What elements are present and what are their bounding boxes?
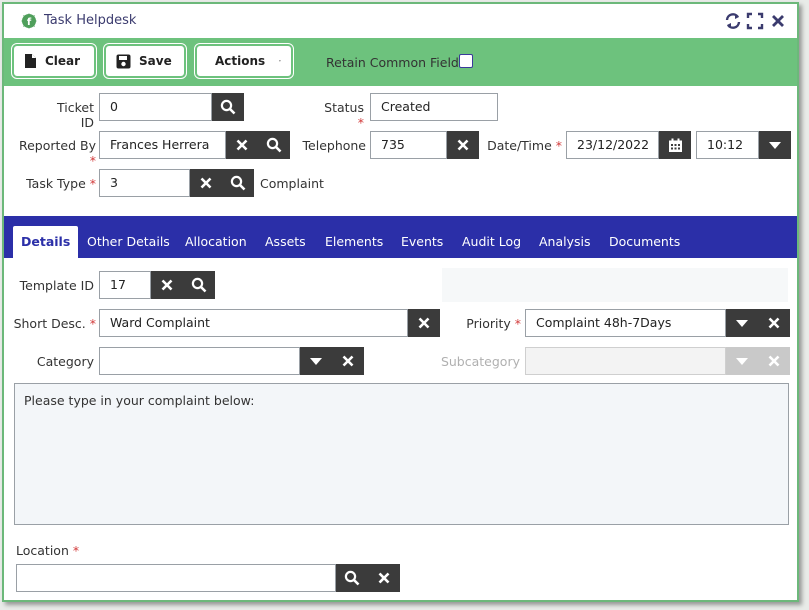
clear-x-icon [236,139,248,151]
task-type-description: Complaint [260,176,324,191]
reported-by-label: Reported By * [18,138,96,168]
clear-x-icon [768,317,780,329]
tab-elements[interactable]: Elements [325,234,383,249]
clear-x-icon [342,355,354,367]
location-clear-button[interactable] [368,564,400,592]
title-bar: f Task Helpdesk [4,4,797,38]
clear-x-icon [161,279,173,291]
calendar-icon [668,138,682,152]
telephone-label: Telephone [302,138,366,153]
toolbar: Clear Save Actions Retain Common Fields [4,38,797,86]
clear-x-icon [418,317,430,329]
clear-x-icon [768,355,780,367]
tab-audit-log[interactable]: Audit Log [462,234,521,249]
category-label: Category [36,354,94,369]
time-dropdown-button[interactable] [759,131,791,159]
date-picker-button[interactable] [659,131,691,159]
tab-documents[interactable]: Documents [609,234,680,249]
status-label: Status * [324,100,364,130]
priority-select[interactable]: Complaint 48h-7Days [525,309,726,337]
reported-by-clear-button[interactable] [226,131,258,159]
priority-dropdown-button[interactable] [726,309,758,337]
window-title: Task Helpdesk [44,13,137,28]
ticket-id-search-button[interactable] [212,93,244,121]
telephone-input[interactable]: 735 [370,131,447,159]
location-label: Location * [16,543,80,558]
subcategory-dropdown-button [726,347,758,375]
tab-bar: Details Other Details Allocation Assets … [4,216,797,258]
subcategory-label: Subcategory [440,354,520,369]
date-input[interactable]: 23/12/2022 [566,131,659,159]
save-button[interactable]: Save [103,43,187,79]
task-type-clear-button[interactable] [190,169,222,197]
reported-by-search-button[interactable] [258,131,290,159]
priority-clear-button[interactable] [758,309,790,337]
location-input[interactable] [16,564,336,592]
svg-text:f: f [27,17,32,28]
short-desc-input[interactable]: Ward Complaint [99,309,408,337]
ticket-id-input[interactable]: 0 [99,93,212,121]
short-desc-clear-button[interactable] [408,309,440,337]
retain-common-fields-checkbox[interactable] [459,54,473,68]
caret-down-icon [310,357,322,365]
location-search-button[interactable] [336,564,368,592]
search-icon [220,99,236,115]
clear-x-icon [378,572,390,584]
priority-label: Priority * [466,316,521,331]
subcategory-clear-button [758,347,790,375]
search-icon [230,175,246,191]
detail-panel-shade [442,268,788,302]
save-disk-icon [116,54,131,68]
search-icon [344,570,360,586]
category-dropdown-button[interactable] [300,347,332,375]
telephone-clear-button[interactable] [447,131,479,159]
category-clear-button[interactable] [332,347,364,375]
clear-x-icon [200,177,212,189]
save-label: Save [139,54,172,68]
subcategory-select [525,347,726,375]
clear-button[interactable]: Clear [11,43,97,79]
task-helpdesk-window: f Task Helpdesk Clear Save Actions Retai… [2,2,799,602]
document-icon [25,54,36,68]
caret-down-icon [736,357,748,365]
search-icon [191,277,207,293]
caret-down-icon [279,60,281,62]
clear-label: Clear [45,54,81,68]
tab-analysis[interactable]: Analysis [539,234,591,249]
template-id-search-button[interactable] [183,271,215,299]
short-desc-label: Short Desc. * [13,316,96,331]
app-logo-icon: f [21,13,37,29]
actions-label: Actions [215,54,266,68]
tab-details[interactable]: Details [13,226,79,258]
status-field: Created [370,93,498,121]
category-select[interactable] [99,347,300,375]
time-select[interactable]: 10:12 [696,131,759,159]
task-type-input[interactable]: 3 [99,169,190,197]
task-type-label: Task Type * [26,176,96,191]
complaint-textarea[interactable]: Please type in your complaint below: [14,383,789,525]
datetime-label: Date/Time * [487,138,562,153]
retain-common-fields-label: Retain Common Fields [326,55,466,70]
tab-events[interactable]: Events [401,234,443,249]
caret-down-icon [736,319,748,327]
refresh-icon[interactable] [724,12,742,30]
template-id-input[interactable]: 17 [99,271,151,299]
clear-x-icon [457,139,469,151]
search-icon [266,137,282,153]
tab-assets[interactable]: Assets [265,234,306,249]
task-type-search-button[interactable] [222,169,254,197]
template-id-label: Template ID [19,278,94,293]
ticket-id-label: Ticket ID [57,100,94,130]
tab-other-details[interactable]: Other Details [87,234,170,249]
close-icon[interactable] [769,12,787,30]
template-id-clear-button[interactable] [151,271,183,299]
caret-down-icon [769,141,781,149]
actions-dropdown-button[interactable]: Actions [194,43,294,79]
expand-icon[interactable] [746,12,764,30]
tab-allocation[interactable]: Allocation [185,234,247,249]
reported-by-input[interactable]: Frances Herrera [99,131,226,159]
